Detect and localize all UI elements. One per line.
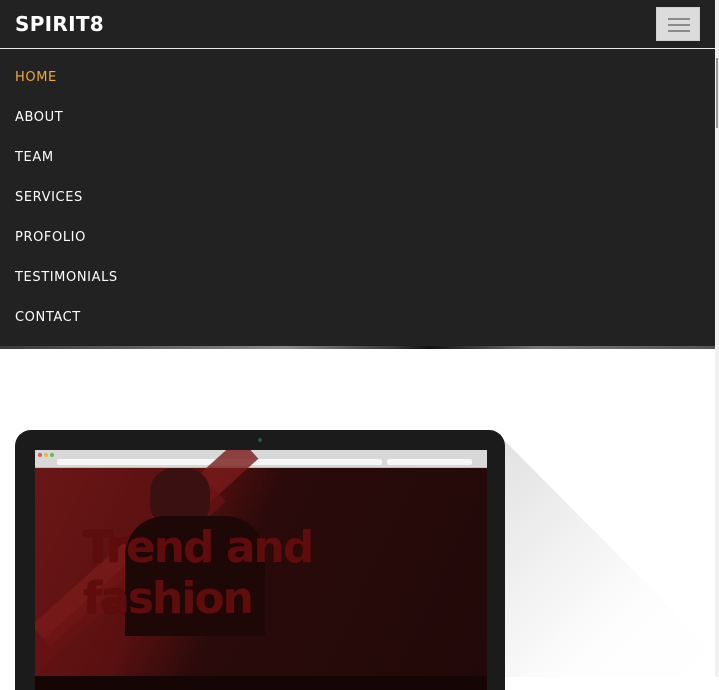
hamburger-bar (668, 30, 690, 32)
nav-item-services[interactable]: SERVICES (15, 188, 83, 208)
hamburger-bar (668, 24, 690, 26)
browser-toolbar (35, 450, 487, 468)
close-dot-icon (38, 453, 42, 457)
nav-item-about[interactable]: ABOUT (15, 108, 63, 128)
menu-toggle-button[interactable] (656, 7, 700, 41)
hamburger-menu-icon (668, 18, 690, 20)
preview-headline: Trend and fashion (83, 522, 314, 624)
top-navbar: SPIRIT8 (0, 0, 715, 49)
nav-item-portfolio[interactable]: PROFOLIO (15, 228, 86, 248)
laptop-mockup: Trend and fashion (15, 430, 505, 690)
hero-image-edge (0, 346, 715, 349)
preview-footer (35, 676, 487, 690)
nav-item-team[interactable]: TEAM (15, 148, 54, 168)
nav-menu: HOME ABOUT TEAM SERVICES PROFOLIO TESTIM… (0, 49, 715, 346)
page-scrollbar[interactable] (715, 0, 719, 677)
laptop-screen: Trend and fashion (35, 450, 487, 690)
brand-logo[interactable]: SPIRIT8 (15, 12, 104, 36)
browser-search-bar (387, 459, 472, 465)
website-preview: Trend and fashion (35, 450, 487, 690)
maximize-dot-icon (50, 453, 54, 457)
nav-item-testimonials[interactable]: TESTIMONIALS (15, 268, 118, 288)
minimize-dot-icon (44, 453, 48, 457)
scrollbar-thumb[interactable] (716, 58, 718, 128)
camera-dot (258, 438, 262, 442)
laptop-shadow (470, 430, 710, 677)
nav-item-home[interactable]: HOME (15, 68, 57, 88)
nav-item-contact[interactable]: CONTACT (15, 308, 81, 328)
